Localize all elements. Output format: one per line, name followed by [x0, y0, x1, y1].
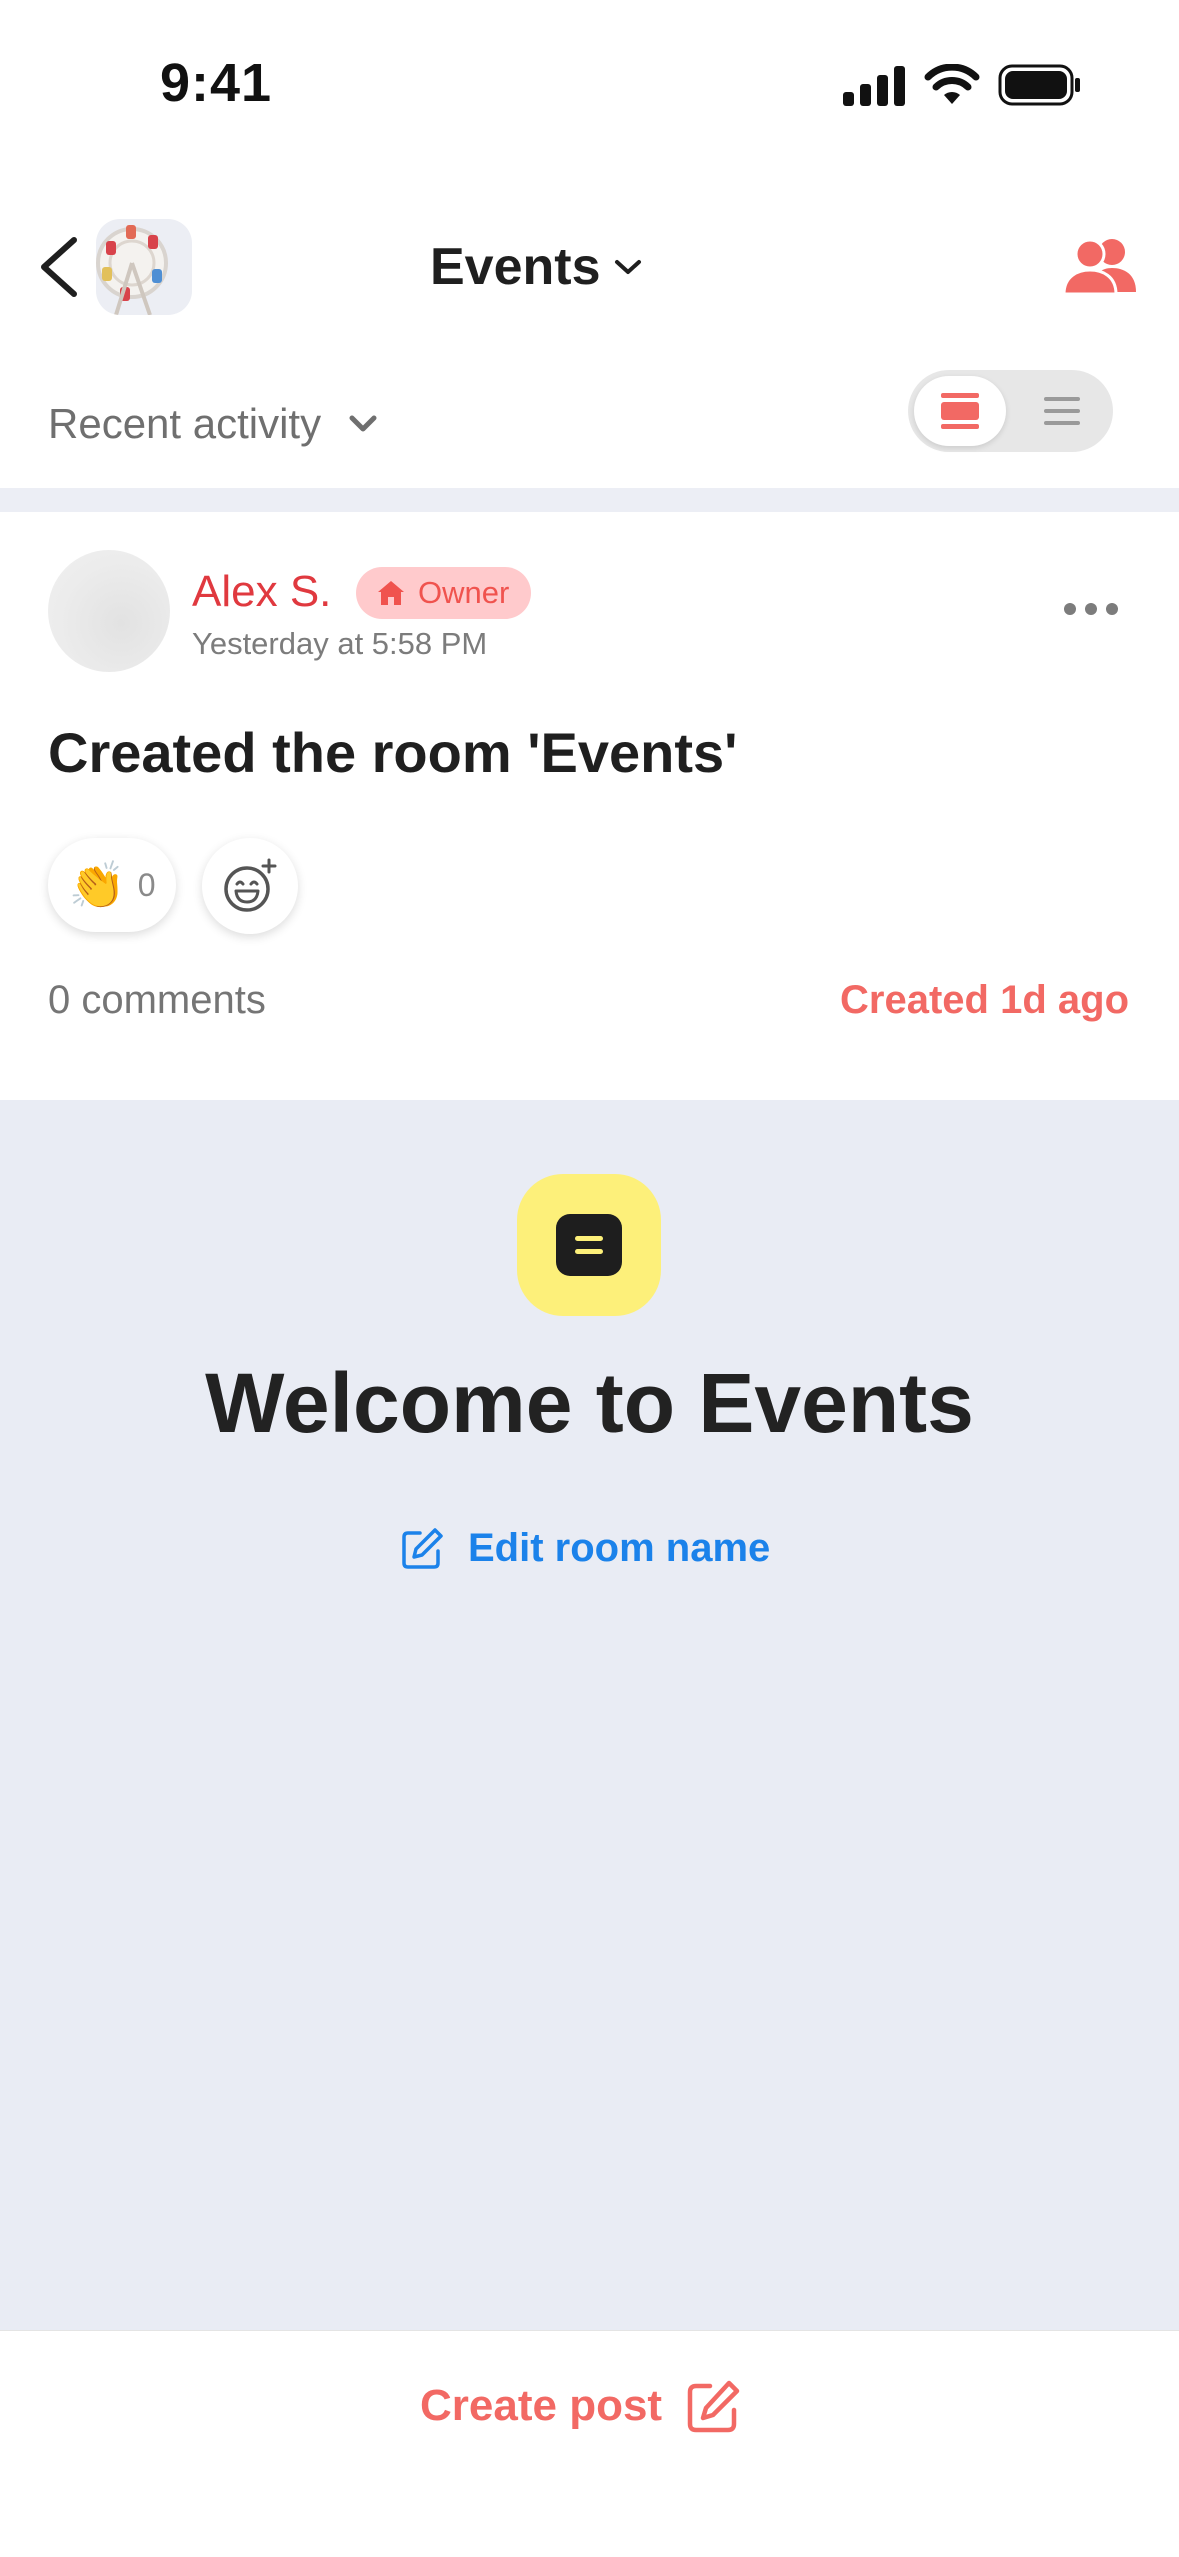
clap-icon: 👏 — [68, 859, 126, 911]
post-timestamp: Yesterday at 5:58 PM — [192, 626, 488, 661]
edit-icon — [687, 2380, 740, 2433]
create-post-label: Create post — [420, 2381, 663, 2430]
welcome-title: Welcome to Events — [205, 1356, 974, 1450]
status-time: 9:41 — [160, 53, 273, 113]
edit-room-name-label: Edit room name — [468, 1525, 771, 1570]
list-view-icon — [1044, 397, 1080, 425]
sort-label: Recent activity — [48, 400, 322, 447]
comments-count[interactable]: 0 comments — [48, 978, 266, 1023]
chat-icon — [556, 1214, 622, 1276]
post-text: Created the room 'Events' — [48, 721, 738, 784]
owner-badge-label: Owner — [418, 575, 510, 610]
edit-icon — [402, 1528, 443, 1569]
edit-room-name-link[interactable]: Edit room name — [400, 1525, 770, 1571]
room-thumbnail[interactable] — [96, 219, 192, 315]
card-view-button[interactable] — [914, 376, 1006, 446]
owner-badge: Owner — [356, 567, 532, 619]
avatar[interactable] — [48, 550, 170, 672]
members-icon[interactable] — [1060, 236, 1140, 296]
post-author[interactable]: Alex S. — [192, 567, 331, 617]
home-icon — [378, 581, 404, 605]
list-view-button[interactable] — [1016, 376, 1108, 446]
signal-icon — [843, 66, 905, 106]
create-post-button[interactable]: Create post — [420, 2378, 742, 2434]
room-title: Events — [430, 238, 601, 296]
created-time: Created 1d ago — [840, 978, 1129, 1022]
chevron-down-icon — [614, 260, 641, 274]
divider — [0, 488, 1179, 512]
view-mode-toggle — [908, 370, 1113, 452]
wifi-icon — [924, 64, 980, 104]
clap-reaction-button[interactable]: 👏 0 — [48, 838, 176, 932]
room-icon — [517, 1174, 661, 1316]
reaction-count: 0 — [137, 866, 156, 903]
ferris-wheel-image — [96, 219, 192, 315]
chevron-down-icon — [349, 415, 377, 432]
back-icon[interactable] — [34, 232, 94, 302]
add-emoji-icon — [224, 858, 277, 912]
add-reaction-button[interactable] — [202, 838, 298, 934]
sort-dropdown[interactable]: Recent activity — [48, 400, 379, 448]
bottom-bar — [0, 2330, 1179, 2557]
more-options-icon[interactable] — [1064, 594, 1124, 624]
battery-icon — [998, 64, 1080, 106]
room-title-dropdown[interactable]: Events — [430, 232, 643, 302]
card-view-icon — [941, 393, 979, 429]
